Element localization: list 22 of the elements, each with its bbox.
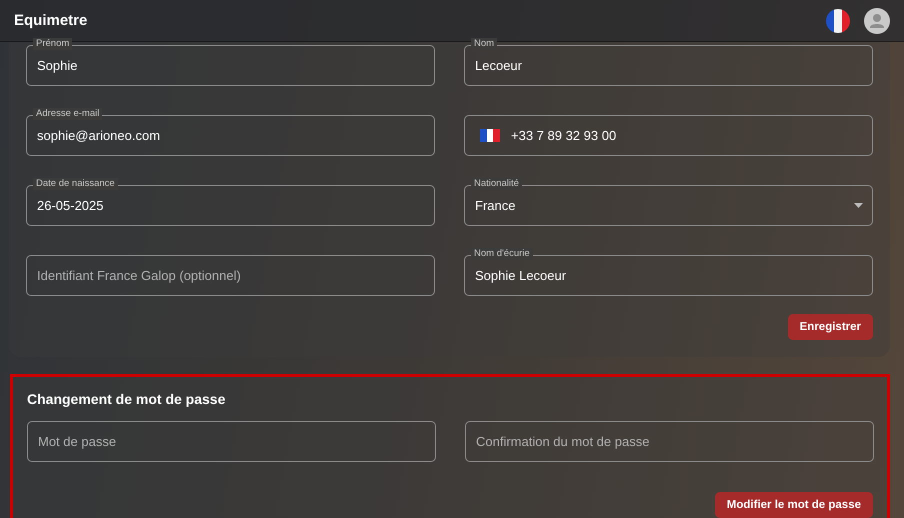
field-label: Prénom: [33, 38, 72, 50]
avatar-icon[interactable]: [864, 8, 890, 34]
select-field[interactable]: France: [464, 185, 873, 226]
text-field[interactable]: Identifiant France Galop (optionnel): [26, 255, 435, 296]
change-password-button[interactable]: Modifier le mot de passe: [714, 492, 873, 518]
password-field[interactable]: Mot de passe: [27, 421, 436, 462]
french-flag-icon[interactable]: [480, 129, 500, 142]
app-title: Equimetre: [14, 12, 88, 29]
field-label: Adresse e-mail: [33, 108, 102, 120]
french-flag-icon[interactable]: [826, 8, 850, 32]
text-field[interactable]: Lecoeur: [464, 45, 873, 86]
text-field[interactable]: 26-05-2025: [26, 185, 435, 226]
text-field[interactable]: Sophie Lecoeur: [464, 255, 873, 296]
text-field[interactable]: sophie@arioneo.com: [26, 115, 435, 156]
field-label: Nom d'écurie: [471, 248, 533, 260]
caret-icon[interactable]: [854, 203, 863, 208]
text-field[interactable]: Sophie: [26, 45, 435, 86]
section-title: Changement de mot de passe: [27, 391, 226, 407]
password-field[interactable]: Confirmation du mot de passe: [465, 421, 874, 462]
field-label: Date de naissance: [33, 178, 118, 190]
phone-field[interactable]: +33 7 89 32 93 00: [464, 115, 873, 156]
save-button[interactable]: Enregistrer: [788, 314, 873, 340]
